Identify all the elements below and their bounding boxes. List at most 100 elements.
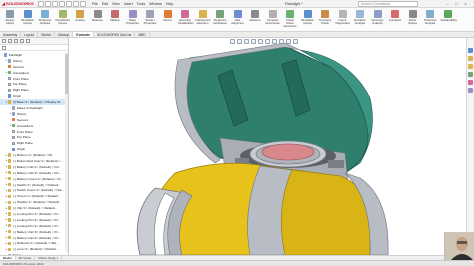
ribbon-button-simulation-xpress[interactable]: Simulation Xpress bbox=[21, 10, 35, 25]
ribbon-button-sustainability[interactable]: Sustainability bbox=[441, 10, 457, 22]
ribbon-button-mass-properties[interactable]: Mass Properties bbox=[126, 10, 140, 25]
file-explorer-icon[interactable] bbox=[468, 64, 473, 69]
plane-icon bbox=[12, 135, 16, 140]
tree-node-label: Front Plane bbox=[12, 76, 29, 81]
ribbon-button-simulation-xpress[interactable]: Simulation Xpress bbox=[301, 10, 315, 25]
select-icon[interactable] bbox=[80, 1, 86, 7]
ribbon-button-measure[interactable]: Measure bbox=[91, 10, 105, 22]
ribbon-button-zebra-stripes[interactable]: Zebra Stripes bbox=[406, 10, 420, 25]
ribbon-button-label: Import Diagnostics bbox=[335, 18, 350, 25]
tab-assembly[interactable]: Assembly bbox=[0, 32, 22, 37]
ribbon-button-costing[interactable]: Costing bbox=[73, 10, 87, 22]
open-folder-icon[interactable] bbox=[52, 1, 58, 7]
menu-insert[interactable]: Insert bbox=[124, 2, 133, 6]
tab-sketch[interactable]: Sketch bbox=[38, 32, 56, 37]
ribbon-button-deviation-analysis[interactable]: Deviation Analysis bbox=[353, 10, 367, 25]
display-manager-icon[interactable] bbox=[26, 39, 30, 43]
ribbon-button-markup[interactable]: Markup bbox=[108, 10, 122, 22]
ribbon-button-driveworks-xpress[interactable]: DriveWorks Xpress bbox=[56, 10, 70, 25]
graphics-area[interactable] bbox=[70, 38, 474, 255]
ribbon-button-design-library[interactable]: Design Library bbox=[3, 10, 17, 25]
ribbon-button-check-active-document[interactable]: Check Active Document bbox=[283, 10, 297, 28]
design-library-icon[interactable] bbox=[468, 56, 473, 61]
menu-view[interactable]: View bbox=[112, 2, 120, 6]
ribbon-button-curvature[interactable]: Curvature bbox=[388, 10, 402, 22]
plane-icon bbox=[8, 82, 12, 87]
ribbon-button-hole-alignment[interactable]: Hole Alignment bbox=[231, 10, 245, 25]
home-icon[interactable] bbox=[38, 1, 44, 7]
part-icon bbox=[8, 218, 12, 222]
close-icon[interactable]: × bbox=[462, 1, 469, 7]
plane-icon bbox=[8, 88, 12, 92]
tree-node-label: (-) Screw<1> (Default) <<Default... bbox=[12, 194, 61, 199]
new-document-icon[interactable] bbox=[45, 1, 51, 7]
feature-tree-scrollbar[interactable] bbox=[65, 52, 68, 252]
ribbon-button-import-diagnostics[interactable]: Import Diagnostics bbox=[336, 10, 350, 25]
feature-tree: Flashlight ▸ History Sensors ▸ Annotations Fro… bbox=[0, 51, 68, 258]
ribbon-button-assembly-visualization[interactable]: Assembly Visualization bbox=[178, 10, 194, 25]
ribbon-button-clearance-verification[interactable]: Clearance Verification bbox=[213, 10, 227, 25]
part-icon bbox=[8, 171, 12, 175]
ribbon-button-compare-documents[interactable]: Compare Documents bbox=[266, 10, 280, 25]
ribbon-button-measure[interactable]: Measure bbox=[248, 10, 262, 22]
feature-tree-icon[interactable] bbox=[2, 39, 6, 43]
ribbon-button-label: DriveWorks Xpress bbox=[55, 18, 70, 25]
tab-solidworks-add-ins[interactable]: SOLIDWORKS Add-Ins bbox=[94, 32, 136, 37]
tree-node-label: Sensors bbox=[12, 64, 25, 69]
print-icon[interactable] bbox=[66, 1, 72, 7]
part-icon bbox=[8, 159, 12, 163]
origin-icon bbox=[8, 94, 12, 98]
part-icon bbox=[8, 224, 12, 228]
zebra-stripes-icon bbox=[408, 10, 417, 18]
search-commands-input[interactable]: Search Commands bbox=[358, 1, 418, 7]
tree-node-label: (-) Battery Unit<2> (Default) <<Di... bbox=[12, 170, 62, 175]
simulation-xpress-icon bbox=[303, 10, 312, 18]
appearances-icon[interactable] bbox=[468, 80, 473, 85]
curvature-icon bbox=[391, 10, 399, 18]
tab-evaluate[interactable]: Evaluate bbox=[73, 32, 94, 37]
menu-window[interactable]: Window bbox=[149, 2, 162, 6]
assembly-visualization-icon bbox=[181, 10, 189, 18]
configuration-manager-icon[interactable] bbox=[14, 39, 18, 43]
filter-icon[interactable] bbox=[2, 45, 6, 50]
undo-icon[interactable] bbox=[73, 1, 79, 7]
tree-node-label: (f) Base<1> (Default) <<Display St... bbox=[12, 100, 63, 105]
tab-mbd[interactable]: MBD bbox=[135, 32, 150, 37]
ribbon-button-symmetry-check[interactable]: Symmetry Check bbox=[318, 10, 332, 25]
ribbon-button-label: Clearance Verification bbox=[213, 18, 227, 25]
menu-help[interactable]: Help bbox=[166, 2, 173, 6]
flashlight-section-model[interactable] bbox=[70, 38, 474, 255]
sensor-icon bbox=[12, 118, 16, 122]
menu-file[interactable]: File bbox=[92, 2, 98, 6]
sustainability-icon bbox=[443, 10, 452, 18]
dimxpert-icon[interactable] bbox=[20, 39, 24, 43]
part-icon bbox=[8, 241, 12, 246]
ribbon-button-geometry-analysis[interactable]: Geometry Analysis bbox=[371, 10, 385, 25]
tree-node-label: (-) Lens<1> (Default) <<Default... bbox=[12, 247, 59, 252]
solidworks-resources-icon[interactable] bbox=[468, 48, 473, 53]
menu-tools[interactable]: Tools bbox=[137, 2, 145, 6]
property-manager-icon[interactable] bbox=[8, 39, 12, 43]
maximize-icon[interactable]: □ bbox=[453, 1, 460, 7]
save-icon[interactable] bbox=[59, 1, 65, 7]
ribbon-button-label: Measure bbox=[92, 18, 103, 22]
scrollbar-thumb[interactable] bbox=[65, 54, 68, 94]
ribbon-button-section-properties[interactable]: Section Properties bbox=[143, 10, 157, 25]
menu-edit[interactable]: Edit bbox=[102, 2, 108, 6]
ribbon-button-floxpress-analysis[interactable]: FloXpress Analysis bbox=[38, 10, 52, 25]
ribbon-button-sensor[interactable]: Sensor bbox=[161, 10, 175, 22]
tab-layout[interactable]: Layout bbox=[21, 32, 39, 37]
ribbon-button-thickness-analysis[interactable]: Thickness Analysis bbox=[423, 10, 437, 25]
lens-pink bbox=[261, 143, 315, 161]
view-palette-icon[interactable] bbox=[468, 72, 473, 77]
solidworks-logo[interactable]: ◢SOLIDWORKS bbox=[2, 1, 34, 7]
tab-markup[interactable]: Markup bbox=[55, 32, 74, 37]
status-text: SOLIDWORKS Premium 2022 bbox=[3, 262, 44, 266]
custom-properties-icon[interactable] bbox=[468, 88, 473, 93]
feature-manager-panel: Flashlight ▸ History Sensors ▸ Annotations Fro… bbox=[0, 38, 69, 258]
symmetry-check-icon bbox=[321, 10, 329, 18]
minimize-icon[interactable]: – bbox=[444, 1, 451, 7]
ribbon-button-interference-detection[interactable]: Interference Detection bbox=[196, 10, 210, 25]
section-properties-icon bbox=[146, 10, 154, 18]
compare-documents-icon bbox=[268, 10, 277, 18]
